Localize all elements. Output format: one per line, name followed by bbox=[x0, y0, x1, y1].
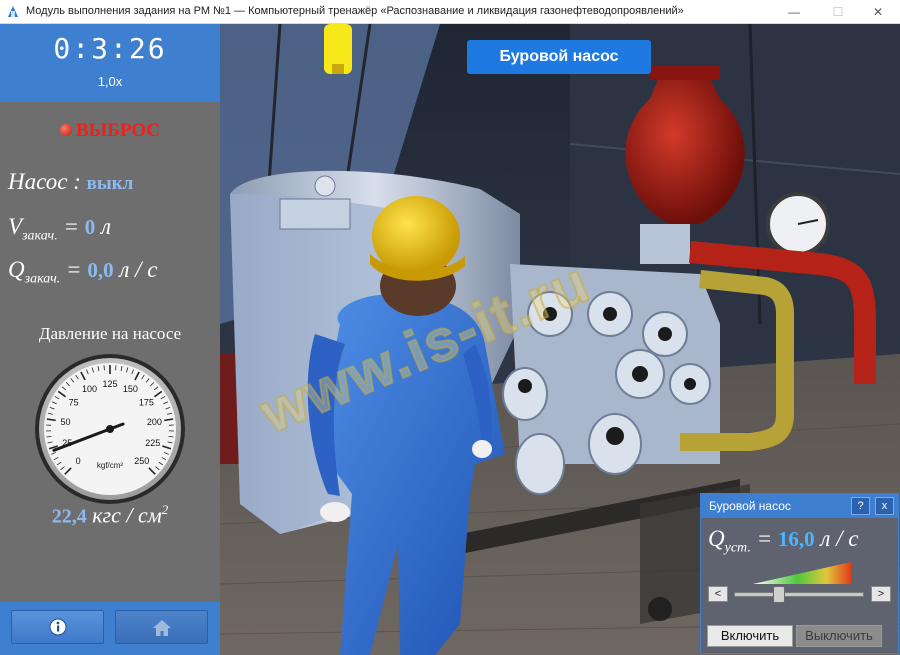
timer-box: 0:3:26 1,0x bbox=[0, 24, 220, 102]
decrease-button[interactable]: < bbox=[708, 586, 728, 602]
gauge-tick-label: 175 bbox=[139, 398, 154, 408]
pressure-unit-sup: 2 bbox=[161, 502, 169, 517]
flow-setpoint: Qуст. = 16,0 л / с bbox=[708, 526, 859, 557]
volume-unit: л bbox=[101, 214, 112, 239]
home-button[interactable] bbox=[115, 610, 208, 644]
pressure-gauge: 0255075100 125 150175200225250 kgf/cm² bbox=[35, 354, 185, 504]
gauge-tick-label: 250 bbox=[134, 456, 149, 466]
app-icon bbox=[8, 6, 18, 17]
info-icon bbox=[49, 618, 67, 636]
left-panel: 0:3:26 1,0x ВЫБРОС Насос : выкл Vзакач. … bbox=[0, 24, 220, 655]
home-icon bbox=[153, 620, 171, 636]
gauge-tick-label: 200 bbox=[147, 417, 162, 427]
gauge-tick-label: 50 bbox=[61, 417, 71, 427]
pump-colon: : bbox=[73, 169, 81, 194]
flow-equals: = bbox=[66, 257, 82, 282]
volume-value: 0 bbox=[84, 215, 96, 239]
q-unit: л / с bbox=[820, 526, 859, 551]
control-panel-header: Буровой насос ? x bbox=[701, 494, 898, 518]
alarm-indicator: ВЫБРОС bbox=[0, 120, 220, 142]
gauge-title: Давление на насосе bbox=[38, 324, 182, 343]
volume-subscript: закач. bbox=[22, 228, 58, 244]
flow-unit: л / с bbox=[119, 257, 158, 282]
turn-off-button[interactable]: Выключить bbox=[796, 625, 882, 647]
gauge-tick-label: 75 bbox=[69, 398, 79, 408]
flow-ramp-indicator bbox=[753, 562, 851, 584]
gauge-unit: kgf/cm² bbox=[97, 461, 124, 470]
pumped-flow: Qзакач. = 0,0 л / с bbox=[8, 257, 157, 288]
pump-label: Насос bbox=[8, 169, 68, 194]
pressure-value: 22,4 bbox=[51, 505, 87, 528]
alarm-lamp-icon bbox=[59, 124, 72, 136]
gauge-hub bbox=[106, 425, 114, 433]
q-value: 16,0 bbox=[777, 527, 815, 551]
scene-viewport[interactable]: Буровой насос www.is-it.ru Буровой насос… bbox=[220, 24, 900, 655]
alarm-text: ВЫБРОС bbox=[75, 120, 161, 141]
pressure-readout: 22,4 кгс / см2 bbox=[0, 502, 220, 528]
volume-symbol: V bbox=[8, 214, 23, 239]
gauge-tick-label: 100 bbox=[82, 384, 97, 394]
window-title: Модуль выполнения задания на РМ №1 — Ком… bbox=[26, 5, 684, 17]
pump-state: выкл bbox=[86, 173, 134, 194]
close-panel-button[interactable]: x bbox=[875, 497, 894, 515]
gauge-tick-label: 150 bbox=[123, 384, 138, 394]
minimize-button[interactable]: — bbox=[772, 0, 816, 24]
turn-on-button[interactable]: Включить bbox=[707, 625, 793, 647]
info-button[interactable] bbox=[11, 610, 104, 644]
flow-symbol: Q bbox=[8, 257, 25, 282]
timer: 0:3:26 bbox=[53, 32, 167, 65]
flow-slider-track[interactable] bbox=[734, 592, 864, 597]
help-button[interactable]: ? bbox=[851, 497, 870, 515]
gauge-tick-label: 0 bbox=[76, 456, 81, 466]
flow-value: 0,0 bbox=[87, 258, 114, 282]
volume-equals: = bbox=[63, 214, 79, 239]
flow-subscript: закач. bbox=[24, 271, 61, 287]
gauge-tick-label: 225 bbox=[145, 438, 160, 448]
scene-label: Буровой насос bbox=[467, 40, 651, 74]
pump-status: Насос : выкл bbox=[8, 169, 133, 195]
simulation-speed: 1,0x bbox=[97, 74, 123, 89]
increase-button[interactable]: > bbox=[871, 586, 891, 602]
close-window-button[interactable]: ✕ bbox=[856, 0, 900, 24]
bottom-toolbar bbox=[0, 602, 220, 655]
pumped-volume: Vзакач. = 0 л bbox=[8, 214, 111, 245]
q-subscript: уст. bbox=[724, 540, 751, 556]
pump-control-panel: Буровой насос ? x Qуст. = 16,0 л / с < >… bbox=[700, 493, 899, 654]
maximize-button[interactable]: ☐ bbox=[816, 0, 860, 24]
q-symbol: Q bbox=[708, 526, 725, 551]
pressure-unit: кгс / см bbox=[92, 502, 162, 528]
window-titlebar: Модуль выполнения задания на РМ №1 — Ком… bbox=[0, 0, 900, 24]
control-panel-body: Qуст. = 16,0 л / с < > Включить Выключит… bbox=[701, 518, 898, 653]
q-equals: = bbox=[756, 526, 773, 551]
gauge-tick-label: 125 bbox=[102, 379, 117, 389]
control-panel-title: Буровой насос bbox=[709, 499, 791, 513]
flow-slider-thumb[interactable] bbox=[772, 586, 785, 603]
